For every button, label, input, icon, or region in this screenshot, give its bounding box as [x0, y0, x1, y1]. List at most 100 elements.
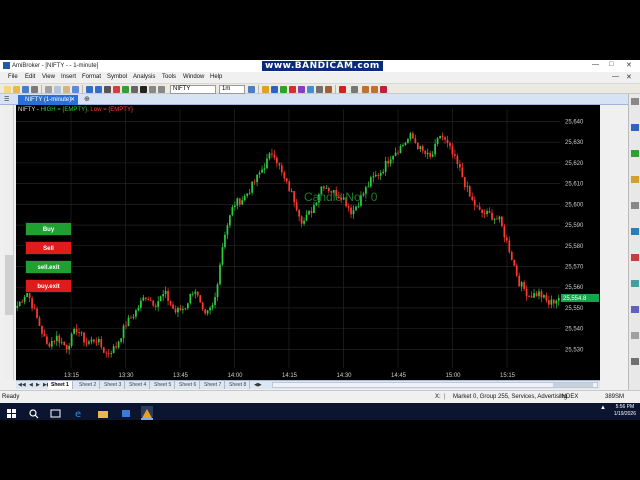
menu-tools[interactable]: Tools [162, 74, 176, 80]
sheet-scroll-icon[interactable]: ◀▶ [254, 381, 262, 389]
caption-symbol: NIFTY - [18, 107, 41, 113]
menu-view[interactable]: View [42, 74, 55, 80]
tray-network-icon[interactable]: ▲ [600, 405, 606, 411]
candle-body [496, 218, 498, 220]
amibroker-taskbar-icon[interactable] [141, 406, 153, 418]
draw-icon[interactable] [262, 86, 269, 93]
open-icon[interactable] [13, 86, 20, 93]
paste-icon[interactable] [63, 86, 70, 93]
panel-charts-icon[interactable] [631, 150, 639, 157]
interval-up-icon[interactable] [248, 86, 255, 93]
edge-browser-icon[interactable]: e [74, 406, 86, 420]
print-icon[interactable] [31, 86, 38, 93]
tab-menu-icon[interactable]: ☰ [4, 96, 9, 103]
sheet-tab-5[interactable]: Sheet 5 [151, 381, 176, 389]
panel-web-icon[interactable] [631, 306, 639, 313]
mdi-close-icon[interactable]: ✕ [626, 73, 632, 81]
panel-notes-icon[interactable] [631, 332, 639, 339]
magnet-icon[interactable] [380, 86, 387, 93]
text-tool-icon[interactable] [316, 86, 323, 93]
cut-icon[interactable] [45, 86, 52, 93]
candle-icon[interactable] [113, 86, 120, 93]
interval-dropdown[interactable]: 1m [219, 85, 245, 94]
menu-format[interactable]: Format [82, 74, 101, 80]
first-sheet-icon[interactable]: ◀◀ [18, 381, 26, 389]
left-scrollbar[interactable] [4, 105, 14, 380]
symbol-dropdown[interactable]: NIFTY [170, 85, 216, 94]
trend-line-icon[interactable] [280, 86, 287, 93]
buy-button[interactable]: Buy [25, 222, 72, 236]
sheet-tab-4[interactable]: Sheet 4 [126, 381, 151, 389]
sell-button[interactable]: Sell [25, 241, 72, 255]
menu-edit[interactable]: Edit [25, 74, 35, 80]
scrollbar-thumb[interactable] [5, 255, 13, 315]
panel-symbols-icon[interactable] [631, 176, 639, 183]
forward-icon[interactable] [158, 86, 165, 93]
menu-analysis[interactable]: Analysis [133, 74, 155, 80]
back-icon[interactable] [149, 86, 156, 93]
mdi-minimize-icon[interactable]: — [612, 73, 619, 80]
sheet-tab-2[interactable]: Sheet 2 [76, 381, 101, 389]
brush-icon[interactable] [371, 86, 378, 93]
search-icon[interactable] [28, 406, 40, 419]
candle-body [258, 172, 261, 175]
horizontal-scrollbar[interactable] [272, 382, 598, 388]
info-icon[interactable] [140, 86, 147, 93]
sell-exit-button[interactable]: sell.exit [25, 260, 72, 274]
bar-chart-icon[interactable] [104, 86, 111, 93]
line-icon[interactable] [122, 86, 129, 93]
buy-exit-button[interactable]: buy.exit [25, 279, 72, 293]
panel-quotes-icon[interactable] [631, 280, 639, 287]
arrow-tool-icon[interactable] [325, 86, 332, 93]
panel-layers-icon[interactable] [631, 124, 639, 131]
panel-alerts-icon[interactable] [631, 254, 639, 261]
line-width-icon[interactable] [351, 86, 358, 93]
sheet-tab-1[interactable]: Sheet 1 [48, 381, 73, 389]
channel-icon[interactable] [307, 86, 314, 93]
new-tab-icon[interactable]: ⊕ [84, 95, 90, 103]
menu-help[interactable]: Help [210, 74, 222, 80]
chart-tab-nifty[interactable]: NIFTY (1-minute) ✕ [18, 95, 78, 105]
candle-body [520, 282, 523, 287]
windows-start-icon[interactable] [6, 406, 18, 418]
pencil-icon[interactable] [362, 86, 369, 93]
close-icon[interactable]: ✕ [626, 61, 632, 69]
menu-window[interactable]: Window [183, 74, 204, 80]
candle-body [421, 146, 424, 151]
crosshair-icon[interactable] [271, 86, 278, 93]
panel-arrow-icon[interactable] [631, 98, 639, 105]
tray-clock[interactable]: 5:56 PM 1/19/2026 [614, 404, 636, 418]
new-icon[interactable] [4, 86, 11, 93]
network-app-icon[interactable] [120, 406, 132, 417]
fibonacci-icon[interactable] [298, 86, 305, 93]
menu-file[interactable]: File [8, 74, 18, 80]
x-tick-label: 15:15 [500, 373, 516, 379]
zoom-out-icon[interactable] [95, 86, 102, 93]
menu-symbol[interactable]: Symbol [107, 74, 127, 80]
pen-color-icon[interactable] [339, 86, 346, 93]
horizontal-scroll-thumb[interactable] [553, 383, 593, 387]
horizontal-line-icon[interactable] [289, 86, 296, 93]
sheet-tab-7[interactable]: Sheet 7 [201, 381, 226, 389]
copy-icon[interactable] [54, 86, 61, 93]
zoom-in-icon[interactable] [86, 86, 93, 93]
price-chart[interactable]: 25,530 25,540 25,550 25,560 25,570 25,580 25,5… [16, 105, 600, 380]
panel-formula-icon[interactable] [631, 228, 639, 235]
maximize-icon[interactable]: □ [609, 61, 613, 68]
tab-close-icon[interactable]: ✕ [70, 95, 75, 105]
task-view-icon[interactable] [50, 406, 62, 418]
panel-settings-icon[interactable] [631, 358, 639, 365]
sheet-tab-3[interactable]: Sheet 3 [101, 381, 126, 389]
sheet-tab-6[interactable]: Sheet 6 [176, 381, 201, 389]
next-sheet-icon[interactable]: ▶ [36, 381, 40, 389]
prev-sheet-icon[interactable]: ◀ [29, 381, 33, 389]
file-explorer-icon[interactable] [97, 406, 109, 418]
menu-insert[interactable]: Insert [61, 74, 76, 80]
panel-info-icon[interactable] [631, 202, 639, 209]
sheet-tab-8[interactable]: Sheet 8 [226, 381, 251, 389]
undo-icon[interactable] [72, 86, 79, 93]
save-icon[interactable] [22, 86, 29, 93]
grid-icon[interactable] [131, 86, 138, 93]
minimize-icon[interactable]: — [592, 61, 599, 68]
candle-body [130, 317, 132, 319]
